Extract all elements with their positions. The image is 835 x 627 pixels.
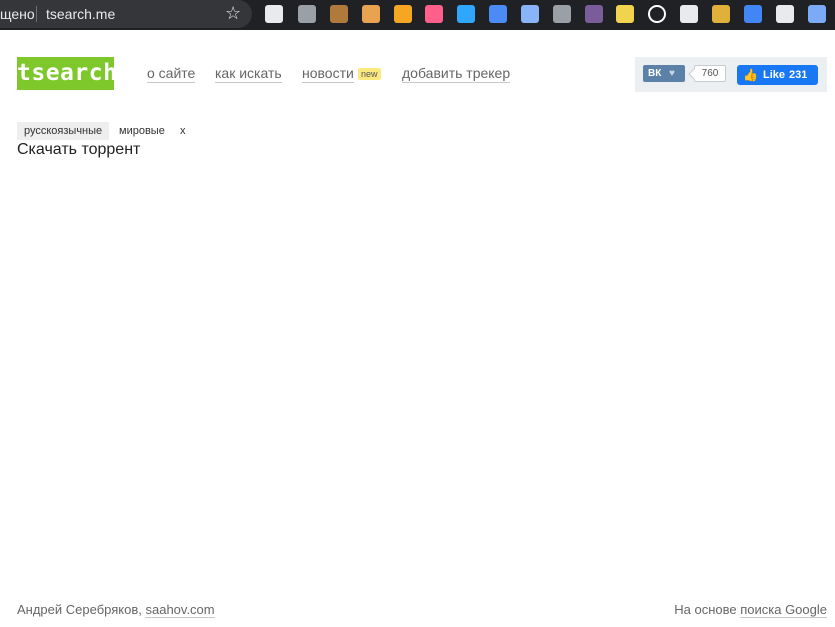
footer-powered: На основе поиска Google bbox=[674, 602, 827, 618]
heart-icon: ♥ bbox=[669, 68, 675, 79]
filter-world[interactable]: мировые bbox=[112, 122, 172, 140]
author-name: Андрей Серебряков, bbox=[17, 602, 142, 617]
scissors-icon[interactable] bbox=[680, 5, 698, 23]
powered-prefix: На основе bbox=[674, 602, 737, 617]
nav-about[interactable]: о сайте bbox=[147, 65, 196, 83]
skull-icon[interactable] bbox=[776, 5, 794, 23]
poop-icon[interactable] bbox=[330, 5, 348, 23]
filter-russian[interactable]: русскоязычные bbox=[17, 122, 110, 140]
nav-news[interactable]: новости bbox=[302, 65, 354, 83]
vk-like-count: 760 bbox=[694, 65, 726, 82]
author-link[interactable]: saahov.com bbox=[145, 602, 215, 618]
vk-icon: ВК bbox=[648, 68, 662, 79]
camera-icon[interactable] bbox=[457, 5, 475, 23]
url-text[interactable]: tsearch.me bbox=[46, 6, 115, 22]
translate-icon[interactable] bbox=[744, 5, 762, 23]
mask-icon[interactable] bbox=[585, 5, 603, 23]
news-new-badge: new bbox=[358, 68, 381, 80]
browser-toolbar: щено tsearch.me ☆ bbox=[0, 0, 835, 30]
note-icon[interactable] bbox=[616, 5, 634, 23]
nav-how-to-search[interactable]: как искать bbox=[215, 65, 282, 83]
dots-icon[interactable] bbox=[425, 5, 443, 23]
site-logo[interactable]: tsearch bbox=[17, 57, 117, 90]
screen-icon[interactable] bbox=[489, 5, 507, 23]
fb-like-button[interactable]: 👍 Like 231 bbox=[737, 65, 818, 85]
document-icon[interactable] bbox=[265, 5, 283, 23]
circle-icon[interactable] bbox=[648, 5, 666, 23]
nav-add-tracker[interactable]: добавить трекер bbox=[402, 65, 511, 83]
photo-icon[interactable] bbox=[521, 5, 539, 23]
diamond-icon[interactable] bbox=[808, 5, 826, 23]
face-icon[interactable] bbox=[362, 5, 380, 23]
vk-like-button[interactable]: ВК ♥ bbox=[643, 65, 685, 82]
omnibox-prefix: щено bbox=[0, 6, 35, 22]
address-bar[interactable]: щено tsearch.me ☆ bbox=[0, 0, 252, 28]
google-search-link[interactable]: поиска Google bbox=[740, 602, 827, 618]
wallet-icon[interactable] bbox=[712, 5, 730, 23]
star-icon[interactable]: ☆ bbox=[225, 3, 241, 23]
footer-author: Андрей Серебряков, saahov.com bbox=[17, 602, 215, 618]
filter-clear[interactable]: x bbox=[173, 122, 193, 140]
thumbs-up-icon: 👍 bbox=[743, 68, 758, 82]
result-title: Скачать торрент bbox=[17, 141, 141, 158]
edge-e-icon[interactable] bbox=[298, 5, 316, 23]
cloud-icon[interactable] bbox=[553, 5, 571, 23]
fb-like-count: 231 bbox=[789, 69, 808, 81]
fb-like-label: Like bbox=[763, 69, 786, 81]
shield-orange-icon[interactable] bbox=[394, 5, 412, 23]
omnibox-separator bbox=[36, 6, 37, 22]
